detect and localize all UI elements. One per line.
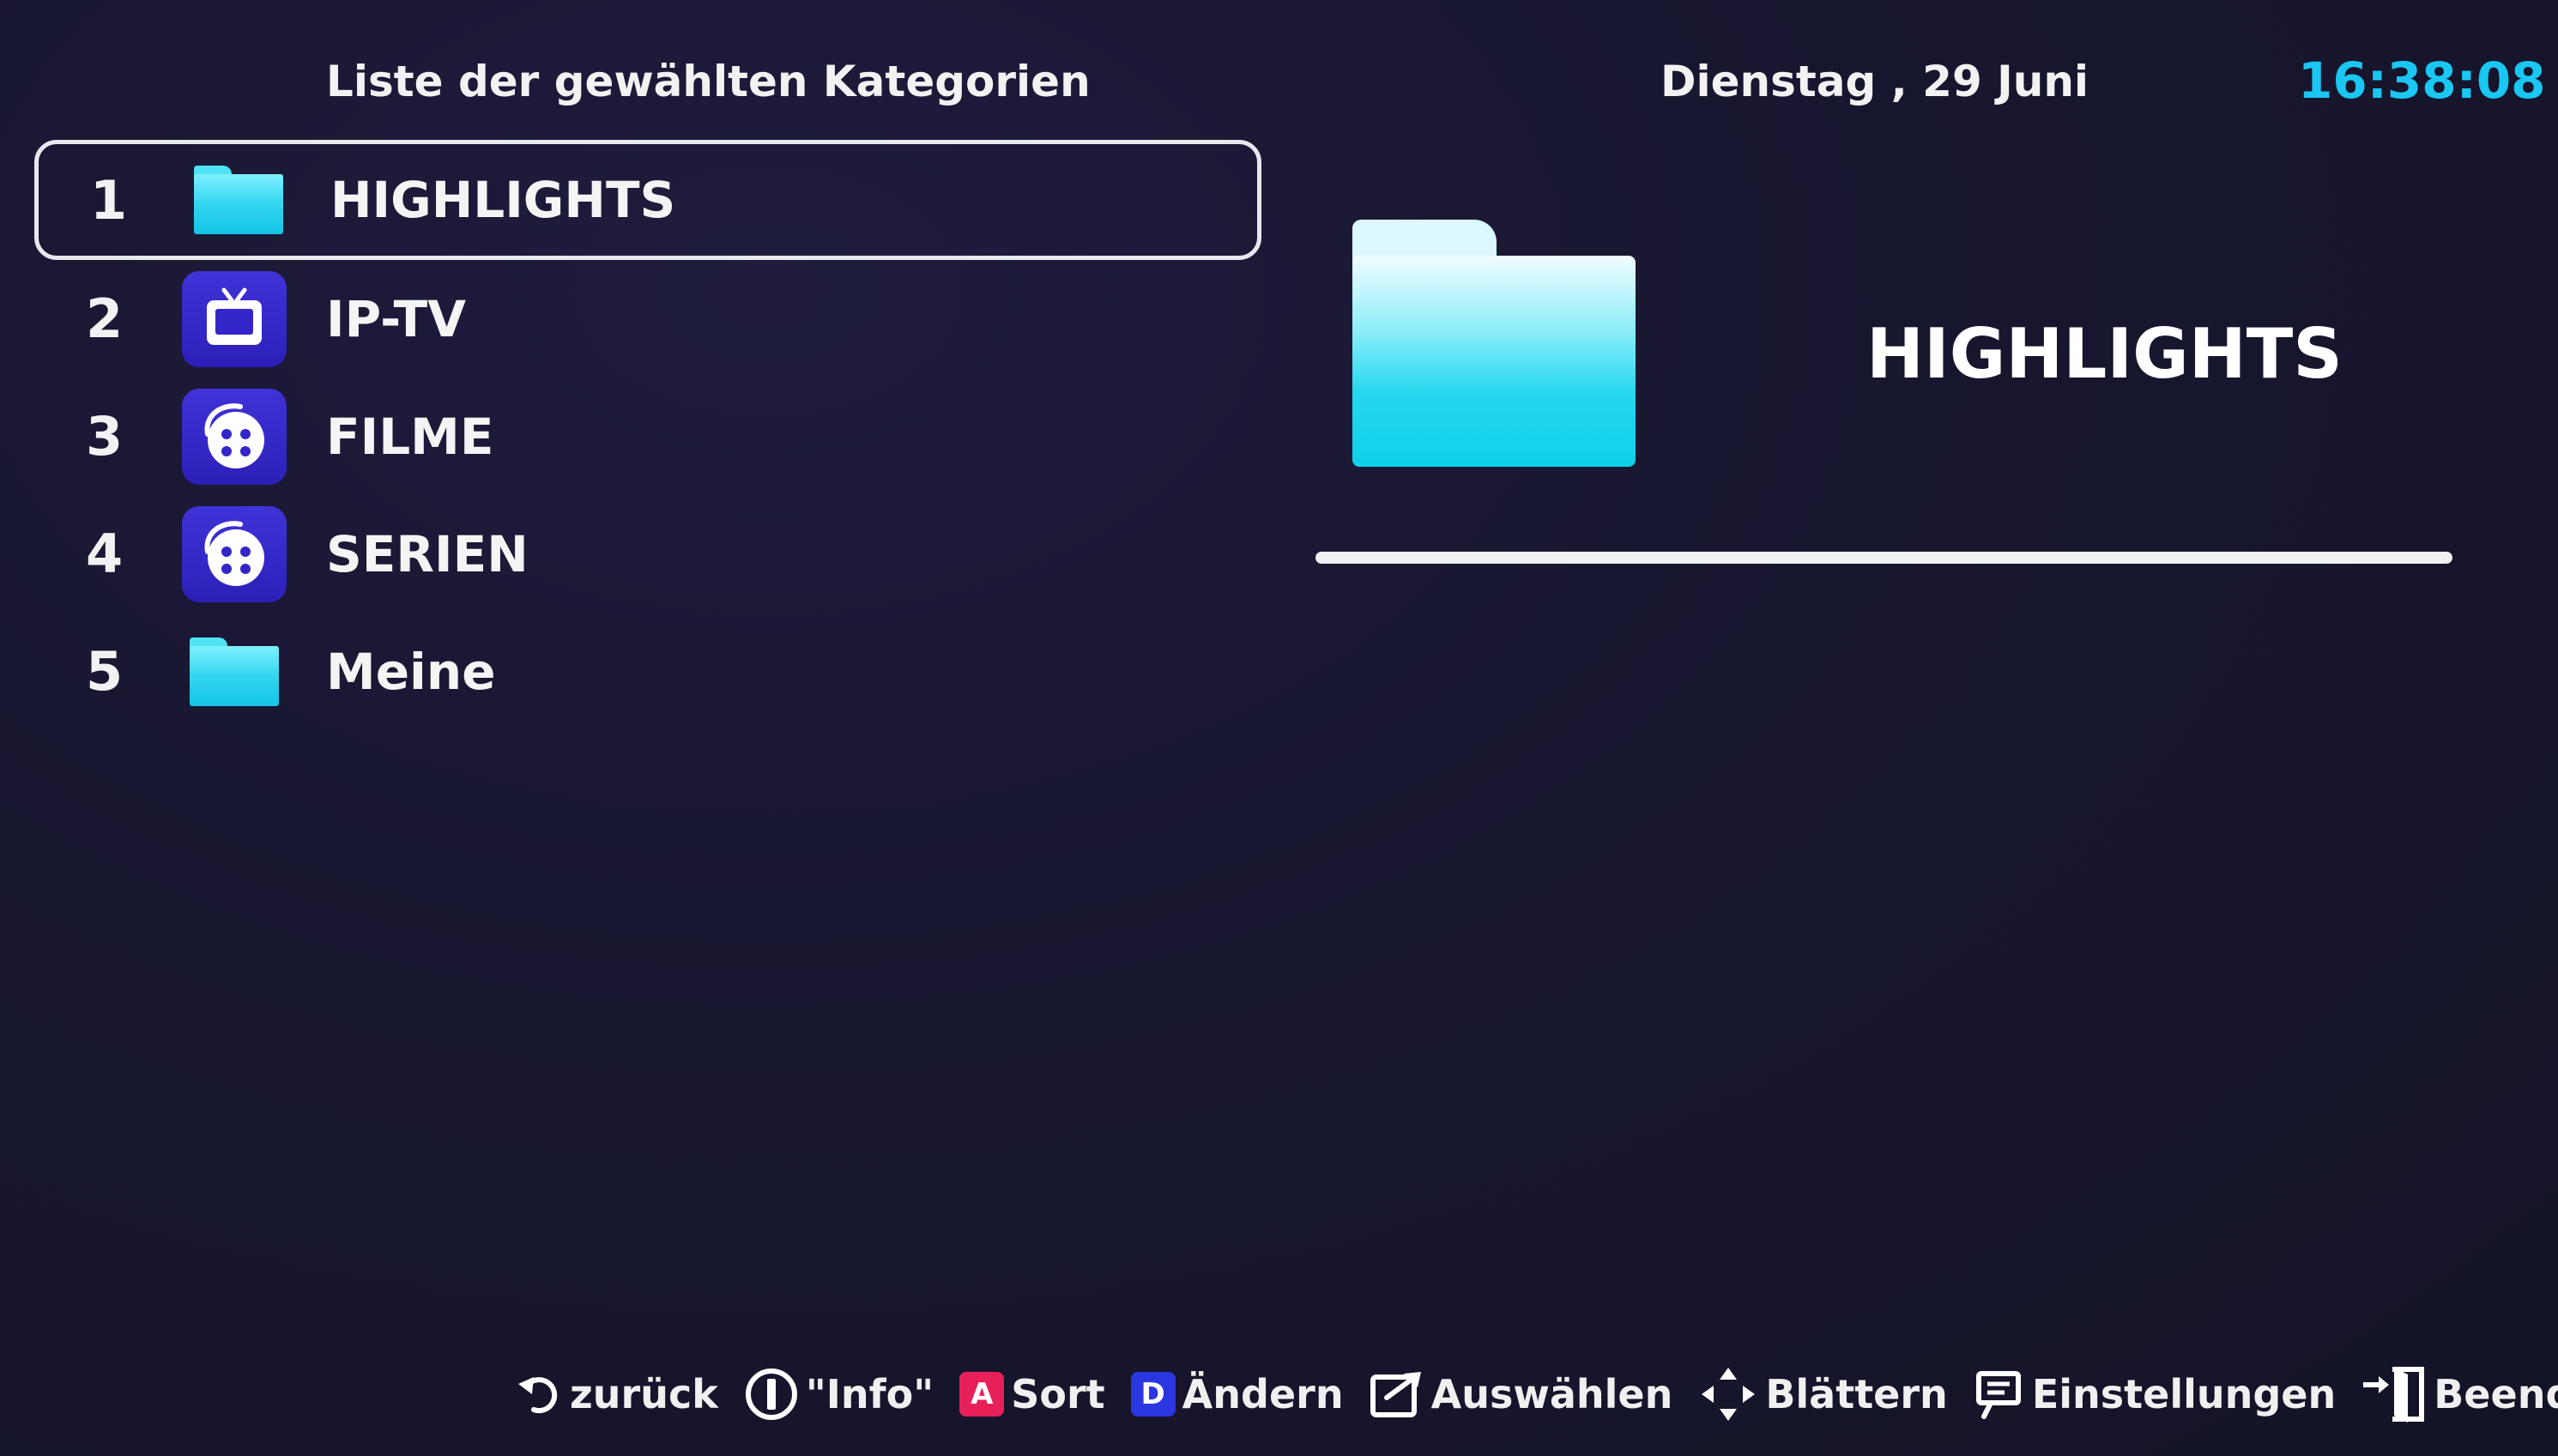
- back-label: zurück: [570, 1371, 718, 1417]
- folder-icon: [180, 624, 288, 720]
- page-title: Liste der gewählten Kategorien: [326, 57, 1091, 106]
- detail-title: HIGHLIGHTS: [1866, 314, 2343, 394]
- navigate-arrows-icon: [1698, 1364, 1758, 1424]
- date-display: Dienstag , 29 Juni: [1660, 57, 2089, 106]
- film-reel-icon: [180, 388, 288, 485]
- exit-label: Beenden: [2434, 1371, 2558, 1417]
- select-icon: [1370, 1368, 1424, 1420]
- red-a-key-icon: A: [959, 1372, 1005, 1417]
- settings-label: Einstellungen: [2031, 1371, 2337, 1417]
- settings-icon: [1974, 1368, 2025, 1420]
- back-arrow-icon: [515, 1370, 563, 1418]
- category-label: HIGHLIGHTS: [330, 171, 676, 229]
- category-number: 3: [86, 405, 124, 468]
- category-number: 4: [86, 523, 124, 585]
- settings-hint[interactable]: Einstellungen: [1974, 1368, 2336, 1420]
- footer-hint-bar: zurück "Info" A Sort D Ändern Auswählen …: [515, 1360, 2558, 1429]
- navigate-hint[interactable]: Blättern: [1698, 1364, 1948, 1424]
- film-reel-icon: [180, 505, 288, 602]
- info-hint[interactable]: "Info": [744, 1367, 934, 1422]
- category-item-filme[interactable]: 3 FILME: [34, 378, 1261, 495]
- edit-label: Ändern: [1182, 1371, 1344, 1417]
- category-label: IP-TV: [326, 289, 467, 348]
- info-label: "Info": [805, 1371, 934, 1417]
- tv-icon: [180, 270, 288, 367]
- exit-door-icon: [2361, 1364, 2427, 1424]
- category-number: 2: [86, 287, 124, 350]
- divider: [1315, 552, 2452, 564]
- category-label: SERIEN: [326, 524, 529, 583]
- back-hint[interactable]: zurück: [515, 1370, 718, 1418]
- category-list: 1 HIGHLIGHTS 2 IP-TV 3 FILME 4 SERIEN 5 …: [34, 140, 1261, 730]
- category-number: 5: [86, 640, 124, 703]
- blue-key-letter: D: [1130, 1372, 1176, 1417]
- select-hint[interactable]: Auswählen: [1370, 1368, 1673, 1420]
- navigate-label: Blättern: [1765, 1371, 1948, 1417]
- info-icon: [744, 1367, 799, 1422]
- edit-hint[interactable]: D Ändern: [1130, 1371, 1344, 1417]
- category-item-serien[interactable]: 4 SERIEN: [34, 495, 1261, 613]
- select-label: Auswählen: [1430, 1371, 1673, 1417]
- screen: Liste der gewählten Kategorien Dienstag …: [0, 0, 2558, 1456]
- category-label: Meine: [326, 642, 496, 701]
- folder-icon: [184, 152, 293, 248]
- clock-display: 16:38:08: [2298, 51, 2546, 110]
- sort-hint[interactable]: A Sort: [959, 1371, 1105, 1417]
- blue-d-key-icon: D: [1130, 1372, 1176, 1417]
- category-label: FILME: [326, 407, 494, 466]
- category-item-ip-tv[interactable]: 2 IP-TV: [34, 260, 1261, 378]
- category-item-highlights[interactable]: 1 HIGHLIGHTS: [34, 140, 1261, 260]
- red-key-letter: A: [959, 1372, 1005, 1417]
- category-number: 1: [90, 168, 128, 232]
- sort-label: Sort: [1011, 1371, 1105, 1417]
- detail-folder-icon: [1352, 220, 1636, 467]
- category-item-meine[interactable]: 5 Meine: [34, 613, 1261, 730]
- exit-hint[interactable]: Beenden: [2361, 1364, 2558, 1424]
